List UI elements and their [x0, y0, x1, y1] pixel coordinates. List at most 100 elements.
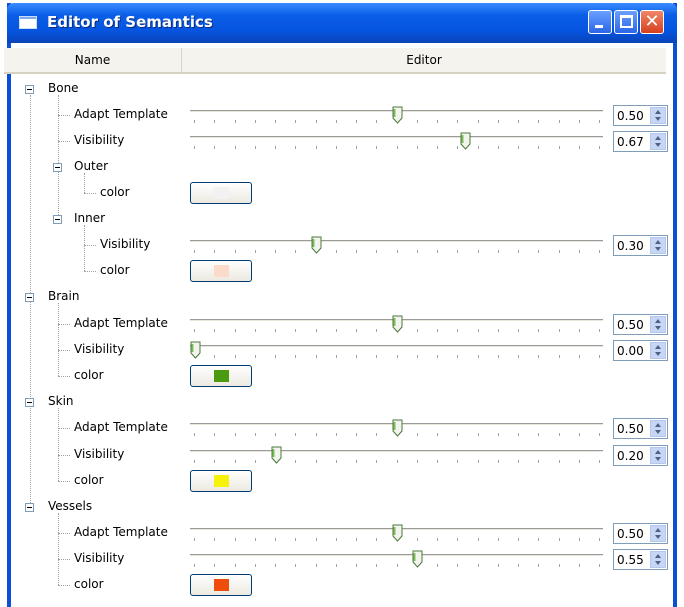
spinbox-vessels-visibility[interactable]: 0.55: [613, 549, 668, 570]
spinbox-value[interactable]: 0.00: [617, 344, 644, 358]
slider-groove[interactable]: [190, 554, 603, 557]
slider-tick: [335, 329, 337, 332]
slider-thumb[interactable]: [190, 341, 201, 359]
spin-up-icon[interactable]: [655, 240, 661, 244]
slider-tick: [254, 355, 256, 358]
spinbox-skin-visibility[interactable]: 0.20: [613, 445, 668, 466]
spin-up-icon[interactable]: [655, 319, 661, 323]
spin-down-icon[interactable]: [655, 535, 661, 539]
slider-tick: [477, 538, 479, 541]
spin-up-icon[interactable]: [655, 110, 661, 114]
maximize-button[interactable]: [614, 10, 638, 34]
expand-toggle-inner[interactable]: [53, 215, 62, 224]
slider-thumb[interactable]: [392, 106, 403, 124]
spinbox-vessels-adapt-template[interactable]: 0.50: [613, 523, 668, 544]
spin-down-icon[interactable]: [655, 561, 661, 565]
tree-item-skin: Skin: [48, 394, 74, 408]
spinbox-value[interactable]: 0.30: [617, 239, 644, 253]
spin-up-icon[interactable]: [655, 345, 661, 349]
spinbox-skin-adapt-template[interactable]: 0.50: [613, 418, 668, 439]
slider-brain-adapt-template[interactable]: [190, 315, 603, 335]
spin-down-icon[interactable]: [655, 352, 661, 356]
spinbox-arrows[interactable]: [650, 420, 666, 437]
slider-thumb[interactable]: [392, 419, 403, 437]
spinbox-value[interactable]: 0.50: [617, 527, 644, 541]
spinbox-arrows[interactable]: [650, 237, 666, 254]
spinbox-value[interactable]: 0.50: [617, 318, 644, 332]
spinbox-brain-visibility[interactable]: 0.00: [613, 340, 668, 361]
spin-down-icon[interactable]: [655, 457, 661, 461]
spinbox-inner-visibility[interactable]: 0.30: [613, 235, 668, 256]
spin-up-icon[interactable]: [655, 528, 661, 532]
minimize-button[interactable]: [588, 10, 612, 34]
color-button-brain[interactable]: [190, 365, 252, 387]
expand-toggle-vessels[interactable]: [25, 503, 34, 512]
slider-skin-adapt-template[interactable]: [190, 419, 603, 439]
slider-brain-visibility[interactable]: [190, 341, 603, 361]
color-button-inner[interactable]: [190, 260, 252, 282]
spinbox-arrows[interactable]: [650, 342, 666, 359]
slider-vessels-adapt-template[interactable]: [190, 524, 603, 544]
expand-toggle-brain[interactable]: [25, 293, 34, 302]
slider-tick: [518, 120, 519, 123]
slider-skin-visibility[interactable]: [190, 446, 603, 466]
spin-up-icon[interactable]: [655, 450, 661, 454]
spinbox-arrows[interactable]: [650, 133, 666, 150]
slider-groove[interactable]: [190, 136, 603, 139]
tree-item-vessels-color: color: [74, 577, 104, 591]
spin-down-icon[interactable]: [655, 117, 661, 121]
tree-line: [84, 173, 85, 193]
slider-inner-visibility[interactable]: [190, 236, 603, 256]
slider-groove[interactable]: [190, 450, 603, 453]
color-button-skin[interactable]: [190, 470, 252, 492]
slider-tick: [416, 355, 418, 358]
column-header-name[interactable]: Name: [4, 48, 182, 72]
slider-thumb[interactable]: [412, 550, 423, 568]
slider-thumb[interactable]: [311, 236, 322, 254]
slider-tick: [416, 538, 418, 541]
slider-tick: [214, 433, 216, 436]
spinbox-arrows[interactable]: [650, 525, 666, 542]
spinbox-arrows[interactable]: [650, 316, 666, 333]
spinbox-value[interactable]: 0.20: [617, 449, 644, 463]
color-button-outer[interactable]: [190, 182, 252, 204]
slider-vessels-visibility[interactable]: [190, 550, 603, 570]
slider-groove[interactable]: [190, 240, 603, 243]
slider-bone-adapt-template[interactable]: [190, 106, 603, 126]
column-header-editor[interactable]: Editor: [182, 48, 666, 72]
spin-down-icon[interactable]: [655, 143, 661, 147]
spin-up-icon[interactable]: [655, 423, 661, 427]
spinbox-value[interactable]: 0.50: [617, 109, 644, 123]
slider-tick: [416, 146, 418, 149]
slider-tick: [578, 433, 580, 436]
spinbox-brain-adapt-template[interactable]: 0.50: [613, 314, 668, 335]
spinbox-bone-adapt-template[interactable]: 0.50: [613, 105, 668, 126]
spin-up-icon[interactable]: [655, 554, 661, 558]
spinbox-arrows[interactable]: [650, 447, 666, 464]
spin-up-icon[interactable]: [655, 136, 661, 140]
slider-groove[interactable]: [190, 345, 603, 348]
spinbox-arrows[interactable]: [650, 551, 666, 568]
spin-down-icon[interactable]: [655, 430, 661, 434]
spinbox-value[interactable]: 0.55: [617, 553, 644, 567]
slider-thumb[interactable]: [392, 315, 403, 333]
expand-toggle-bone[interactable]: [25, 85, 34, 94]
spin-down-icon[interactable]: [655, 326, 661, 330]
slider-bone-visibility[interactable]: [190, 132, 603, 152]
slider-thumb[interactable]: [392, 524, 403, 542]
close-button[interactable]: ✕: [640, 10, 664, 34]
slider-tick: [497, 355, 499, 358]
slider-thumb[interactable]: [460, 132, 471, 150]
spinbox-value[interactable]: 0.50: [617, 422, 644, 436]
spinbox-bone-visibility[interactable]: 0.67: [613, 131, 668, 152]
spinbox-arrows[interactable]: [650, 107, 666, 124]
expand-toggle-skin[interactable]: [25, 398, 34, 407]
tree-line: [58, 376, 70, 377]
slider-tick: [335, 433, 337, 436]
title-bar[interactable]: Editor of Semantics ✕: [7, 3, 677, 43]
expand-toggle-outer[interactable]: [53, 163, 62, 172]
spin-down-icon[interactable]: [655, 247, 661, 251]
spinbox-value[interactable]: 0.67: [617, 135, 644, 149]
color-button-vessels[interactable]: [190, 574, 252, 596]
slider-thumb[interactable]: [271, 446, 282, 464]
